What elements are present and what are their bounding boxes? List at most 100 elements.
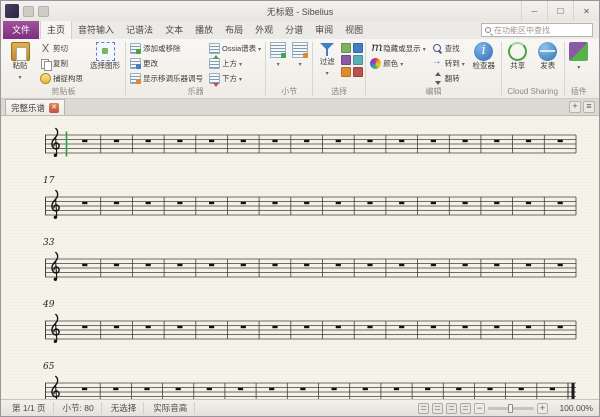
staff-system[interactable]: 17 [45, 188, 577, 222]
transposing-score-icon [130, 73, 141, 84]
ossia-icon [209, 43, 220, 54]
plugins-icon [569, 42, 588, 61]
add-remove-instruments-button[interactable]: 添加或移除 [128, 41, 205, 55]
staff-above-icon [209, 58, 220, 69]
staff-below-icon [209, 73, 220, 84]
hide-show-button[interactable]: 隐藏或显示 [368, 41, 428, 55]
measure-number: 17 [43, 176, 54, 186]
score-page[interactable]: 17 33 49 65 [1, 116, 599, 399]
app-icon[interactable] [5, 4, 19, 18]
new-tab-icon[interactable] [569, 101, 581, 113]
document-tab-full-score[interactable]: 完整乐谱 [5, 99, 65, 115]
undo-icon[interactable] [38, 6, 49, 17]
chevron-down-icon [462, 59, 465, 68]
tab-review[interactable]: 审阅 [309, 21, 339, 39]
tab-notations[interactable]: 记谱法 [120, 21, 159, 39]
paste-button[interactable]: 粘贴 [4, 41, 36, 82]
minimize-button[interactable] [521, 1, 547, 21]
ribbon-group-plugins: 插件 [565, 40, 593, 98]
panorama-view-icon[interactable] [418, 403, 429, 414]
spread-view-icon[interactable] [446, 403, 457, 414]
zoom-in-button[interactable]: + [537, 403, 548, 414]
capture-idea-icon [40, 73, 51, 84]
pitch-mode: 实际音高 [146, 402, 195, 414]
ribbon-group-clipboard: 粘贴 剪切 复制 捕捉构思 [2, 40, 125, 98]
chevron-down-icon [239, 59, 242, 68]
tab-view[interactable]: 视图 [339, 21, 369, 39]
ribbon-group-edit: 隐藏或显示 颜色 查找 转到 [366, 40, 501, 98]
flip-button[interactable]: 翻转 [430, 71, 467, 85]
paste-icon [11, 42, 30, 61]
copy-button[interactable]: 复制 [38, 56, 85, 70]
zoom-out-button[interactable]: − [474, 403, 485, 414]
transposing-score-button[interactable]: 显示移调乐器调号 [128, 71, 205, 85]
share-button[interactable]: 共享 [504, 41, 532, 72]
tab-home[interactable]: 主页 [40, 20, 72, 39]
tab-parts[interactable]: 分谱 [279, 21, 309, 39]
ribbon-search-input[interactable]: 在功能区中查找 [481, 23, 593, 37]
tab-layout[interactable]: 布局 [219, 21, 249, 39]
window-title: 无标题 - Sibelius [1, 5, 599, 18]
find-button[interactable]: 查找 [430, 41, 467, 55]
tab-play[interactable]: 播放 [189, 21, 219, 39]
chevron-down-icon [400, 59, 403, 68]
select-all-button[interactable] [341, 43, 351, 53]
copy-icon [40, 58, 51, 69]
cut-button[interactable]: 剪切 [38, 41, 85, 55]
select-graphic-icon [96, 42, 115, 61]
page-view-icon[interactable] [432, 403, 443, 414]
chevron-down-icon [326, 67, 329, 77]
color-button[interactable]: 颜色 [368, 56, 428, 70]
maximize-button[interactable] [547, 1, 573, 21]
ossia-staff-button[interactable]: Ossia谱表 [207, 41, 263, 55]
titlebar: 无标题 - Sibelius [1, 1, 599, 21]
capture-idea-button[interactable]: 捕捉构思 [38, 71, 85, 85]
staff-svg [45, 250, 577, 284]
staff-above-button[interactable]: 上方 [207, 56, 263, 70]
color-wheel-icon [370, 58, 381, 69]
zoom-slider[interactable] [488, 407, 534, 410]
goto-button[interactable]: 转到 [430, 56, 467, 70]
tab-list-icon[interactable] [583, 101, 595, 113]
measure-number: 49 [43, 300, 54, 310]
deselect-button[interactable] [341, 67, 351, 77]
staff-system[interactable]: 49 [45, 312, 577, 346]
select-invert-button[interactable] [353, 67, 363, 77]
staff-system[interactable] [45, 126, 577, 160]
publish-button[interactable]: 发表 [534, 41, 562, 72]
select-graphic-button[interactable]: 选择图形 [87, 41, 123, 72]
bar-count: 小节: 80 [56, 402, 102, 414]
sibelius-window: 无标题 - Sibelius 文件 主页 音符输入 记谱法 文本 播放 布局 外… [0, 0, 600, 417]
select-bars-button[interactable] [341, 55, 351, 65]
share-icon [508, 42, 527, 61]
staff-system[interactable]: 65 [45, 374, 577, 399]
delete-bar-button[interactable] [290, 41, 310, 69]
ribbon-group-instruments: 添加或移除 更改 显示移调乐器调号 Ossia谱表 [126, 40, 265, 98]
save-icon[interactable] [23, 6, 34, 17]
selection-status: 无选择 [104, 402, 145, 414]
plugins-button[interactable] [567, 41, 591, 72]
inspector-button[interactable]: 检查器 [469, 41, 499, 72]
single-page-view-icon[interactable] [460, 403, 471, 414]
add-bar-icon [270, 42, 286, 58]
select-graphic-small-button[interactable] [353, 55, 363, 65]
select-more-button[interactable] [353, 43, 363, 53]
tab-file[interactable]: 文件 [3, 21, 39, 39]
close-button[interactable] [573, 1, 599, 21]
zoom-slider-thumb[interactable] [508, 404, 513, 413]
add-bar-button[interactable] [268, 41, 288, 69]
chevron-down-icon [239, 74, 242, 83]
staff-below-button[interactable]: 下方 [207, 71, 263, 85]
filter-button[interactable]: 过滤 [315, 41, 339, 78]
tab-appearance[interactable]: 外观 [249, 21, 279, 39]
search-icon [485, 27, 491, 33]
tab-note-input[interactable]: 音符输入 [72, 21, 120, 39]
close-tab-icon[interactable] [49, 103, 59, 113]
staff-system[interactable]: 33 [45, 250, 577, 284]
inspector-icon [474, 42, 493, 61]
chevron-down-icon [423, 44, 426, 53]
change-instrument-button[interactable]: 更改 [128, 56, 205, 70]
ribbon-tab-row: 文件 主页 音符输入 记谱法 文本 播放 布局 外观 分谱 审阅 视图 在功能区… [1, 21, 599, 39]
chevron-down-icon [299, 58, 302, 68]
tab-text[interactable]: 文本 [159, 21, 189, 39]
